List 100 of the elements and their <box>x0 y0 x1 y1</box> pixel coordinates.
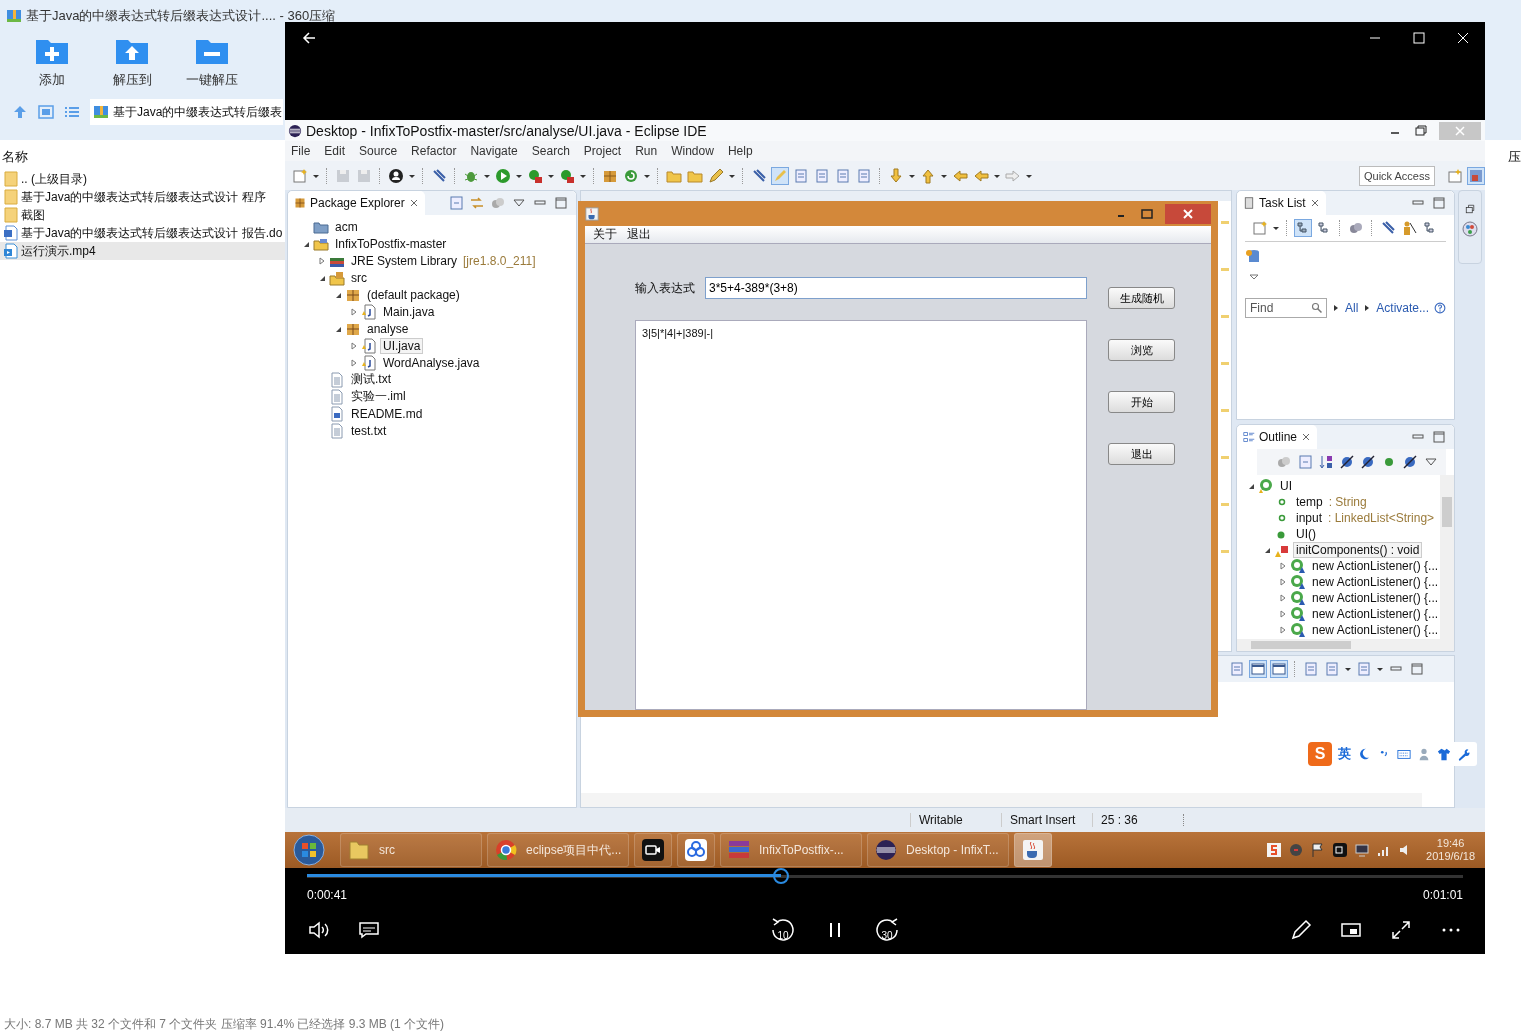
scrollbar[interactable] <box>581 793 1422 807</box>
file-row[interactable]: 运行演示.mp4 <box>0 242 285 260</box>
file-row[interactable]: 截图 <box>0 206 285 224</box>
outline-item[interactable]: new ActionListener() {... <box>1309 606 1440 622</box>
maximize-icon[interactable] <box>552 194 570 212</box>
outline-item[interactable]: initComponents() : void <box>1293 542 1423 558</box>
outline-item[interactable]: new ActionListener() {... <box>1309 590 1440 606</box>
close-icon[interactable] <box>1455 30 1471 46</box>
shirt-icon[interactable] <box>1437 747 1451 761</box>
outline-item[interactable]: UI() <box>1293 526 1319 542</box>
tree-item[interactable]: 测试.txt <box>348 370 394 389</box>
moon-icon[interactable] <box>1357 747 1371 761</box>
scrollbar[interactable] <box>1237 639 1454 651</box>
tree-item[interactable]: JRE System Library <box>348 252 461 269</box>
expression-field[interactable]: 3*5+4-389*(3+8) <box>705 277 1087 299</box>
restore-icon[interactable] <box>1413 122 1429 139</box>
link[interactable]: All <box>1345 301 1359 315</box>
maximize-icon[interactable] <box>1411 30 1427 46</box>
link[interactable]: Activate... <box>1376 301 1430 315</box>
address-field[interactable]: 基于Java的中缀表达式转后缀表 <box>90 99 283 125</box>
sort-icon[interactable] <box>1317 453 1335 471</box>
skip-forward-button[interactable]: 30 <box>873 916 901 944</box>
quick-access-field[interactable]: Quick Access <box>1358 165 1435 186</box>
start-button[interactable] <box>293 834 325 866</box>
database-icon[interactable] <box>1245 248 1261 264</box>
action-button[interactable]: 退出 <box>1108 443 1175 465</box>
menu-item[interactable]: Search <box>531 144 570 158</box>
scrollbar[interactable] <box>1440 475 1454 639</box>
outline-item[interactable]: temp <box>1293 494 1326 510</box>
column-header[interactable]: 压 <box>1508 148 1521 166</box>
file-row[interactable]: .. (上级目录) <box>0 170 285 188</box>
input-method-icon[interactable] <box>1266 842 1283 858</box>
taskbar-button[interactable] <box>677 833 715 867</box>
tree-item[interactable]: InfixToPostfix-master <box>332 235 450 252</box>
menu-item[interactable]: Run <box>635 144 658 158</box>
menu-item[interactable]: Project <box>583 144 622 158</box>
outline-item[interactable]: input <box>1293 510 1326 526</box>
play-icon[interactable] <box>494 166 512 185</box>
tree-item[interactable]: UI.java <box>380 337 424 354</box>
menu-item[interactable]: Refactor <box>411 144 457 158</box>
tree-item[interactable]: analyse <box>364 320 412 337</box>
hierarchy-icon[interactable] <box>1294 219 1312 237</box>
menu-item[interactable]: Edit <box>324 144 346 158</box>
action-button[interactable]: 开始 <box>1108 391 1175 413</box>
toolbar-button[interactable]: 一键解压 <box>180 37 244 89</box>
toolbar-button[interactable]: 解压到 <box>100 37 164 89</box>
tree-item[interactable]: (default package) <box>364 286 463 303</box>
console-icon[interactable] <box>1249 660 1267 678</box>
view-tab[interactable]: Task List <box>1237 191 1326 215</box>
up-arrow-icon[interactable] <box>12 104 28 120</box>
hide-members-icon[interactable] <box>1401 453 1419 471</box>
column-header[interactable]: 名称 <box>2 148 28 166</box>
outline-item[interactable]: new ActionListener() {... <box>1309 558 1440 574</box>
maximize-icon[interactable] <box>1430 194 1448 212</box>
hide-members-icon[interactable] <box>1359 453 1377 471</box>
output-area[interactable]: 3|5|*|4|+|389|-| <box>635 320 1087 710</box>
help-icon[interactable] <box>1434 302 1447 314</box>
menu-item[interactable]: 关于 <box>593 226 617 243</box>
find-field[interactable]: Find <box>1245 298 1327 318</box>
tree-item[interactable]: src <box>348 269 370 286</box>
menu-item[interactable]: Navigate <box>470 144 518 158</box>
console-icon[interactable] <box>1270 660 1288 678</box>
menu-item[interactable]: Help <box>727 144 753 158</box>
view-tab[interactable]: Outline <box>1237 425 1318 449</box>
keyboard-icon[interactable] <box>1397 747 1411 761</box>
outline-item[interactable]: UI <box>1277 478 1295 494</box>
wrench-icon[interactable] <box>1457 747 1471 761</box>
expand-arrow-icon[interactable] <box>1247 482 1255 490</box>
taskbar-button[interactable] <box>1014 833 1052 867</box>
toolbar-button[interactable]: 添加 <box>20 37 84 89</box>
fullscreen-icon[interactable] <box>1389 918 1413 942</box>
seek-handle[interactable] <box>772 868 789 884</box>
language-mode-toggle[interactable]: 英 <box>1338 745 1351 763</box>
pen-icon[interactable] <box>1289 918 1313 942</box>
taskbar-button[interactable] <box>634 833 672 867</box>
tray-icon[interactable] <box>1288 842 1305 858</box>
menu-item[interactable]: 退出 <box>627 226 651 243</box>
menu-item[interactable]: Source <box>359 144 398 158</box>
tree-item[interactable]: test.txt <box>348 422 390 439</box>
action-button[interactable]: 生成随机 <box>1108 287 1175 309</box>
person-icon[interactable] <box>387 166 405 185</box>
hide-members-icon[interactable] <box>1338 453 1356 471</box>
tree-item[interactable]: 实验一.iml <box>348 387 409 406</box>
tree-item[interactable]: README.md <box>348 405 426 422</box>
skip-back-button[interactable]: 10 <box>769 916 797 944</box>
expand-arrow-icon[interactable] <box>1263 546 1271 554</box>
outline-item[interactable]: new ActionListener() {... <box>1309 622 1440 638</box>
tree-item[interactable]: WordAnalyse.java <box>380 354 483 371</box>
thumbnail-view-icon[interactable] <box>38 104 54 120</box>
tree-item[interactable]: acm <box>332 218 361 235</box>
outline-item[interactable]: new ActionListener() {... <box>1309 574 1440 590</box>
clock[interactable]: 19:46 2019/6/18 <box>1426 837 1475 863</box>
back-arrow-icon[interactable] <box>301 30 317 46</box>
maximize-icon[interactable] <box>1430 428 1448 446</box>
action-button[interactable]: 浏览 <box>1108 339 1175 361</box>
restore-icon[interactable] <box>1464 203 1476 215</box>
menu-item[interactable]: Window <box>671 144 714 158</box>
palette-icon[interactable] <box>1462 221 1478 237</box>
list-view-icon[interactable] <box>64 104 80 120</box>
camera-icon[interactable] <box>1332 842 1349 858</box>
